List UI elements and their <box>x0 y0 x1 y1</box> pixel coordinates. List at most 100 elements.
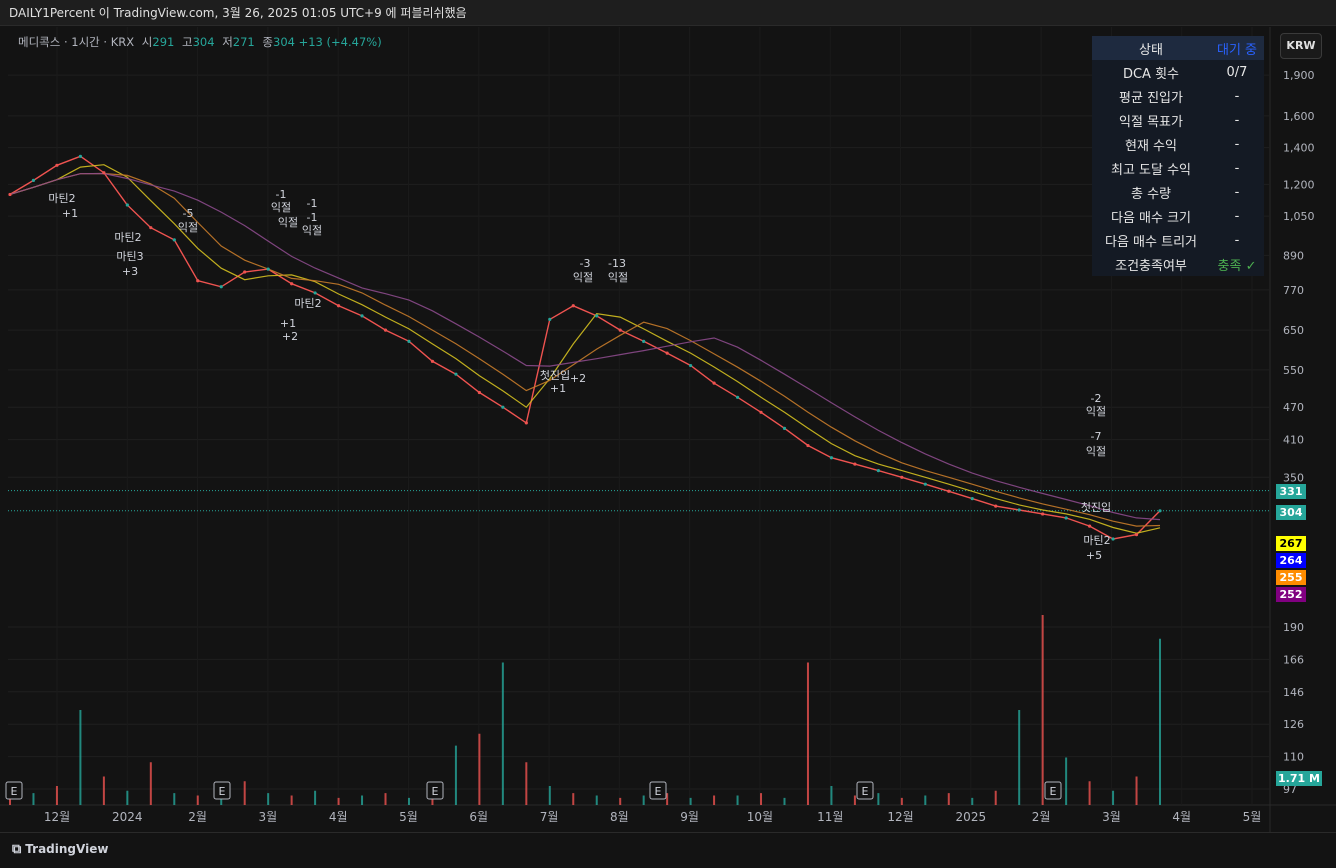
price-point <box>876 468 880 473</box>
price-point <box>407 339 411 343</box>
y-tick-label: 190 <box>1283 621 1304 634</box>
strategy-annotation: -1 <box>307 197 318 210</box>
price-point <box>735 395 740 399</box>
price-point <box>923 482 927 486</box>
price-point <box>994 504 998 508</box>
x-tick-label: 7월 <box>540 810 559 824</box>
x-tick-label: 4월 <box>1172 810 1191 824</box>
close-value: 304 <box>273 35 295 49</box>
y-tick-label: 770 <box>1283 284 1304 297</box>
volume-bar <box>736 795 739 805</box>
x-tick-label: 2월 <box>1032 810 1051 824</box>
next-buy-trigger-key: 다음 매수 트리거 <box>1092 228 1210 252</box>
x-tick-label: 12월 <box>44 810 70 824</box>
price-point <box>689 363 693 368</box>
volume-bar <box>126 790 129 805</box>
dca-count-key: DCA 횟수 <box>1092 60 1210 84</box>
price-point <box>196 279 200 283</box>
volume-bar <box>760 793 763 805</box>
price-point <box>477 390 481 395</box>
strategy-annotation: 익절 <box>178 221 198 234</box>
price-point <box>524 421 528 425</box>
y-tick-label: 166 <box>1283 653 1304 666</box>
next-buy-size-value: - <box>1210 204 1264 228</box>
y-tick-label: 110 <box>1283 751 1304 764</box>
x-tick-label: 5월 <box>399 810 418 824</box>
price-point <box>829 456 834 460</box>
strategy-annotation: -5 <box>183 207 194 220</box>
strategy-annotation: 익절 <box>1086 405 1106 418</box>
price-point <box>712 381 716 385</box>
price-point <box>266 267 270 271</box>
current-profit-key: 현재 수익 <box>1092 132 1210 156</box>
y-tick-label: 470 <box>1283 401 1304 414</box>
symbol-legend: 메디콕스 · 1시간 · KRX 시291 고304 저271 종304 +13… <box>18 34 382 50</box>
total-qty-key: 총 수량 <box>1092 180 1210 204</box>
volume-bar <box>32 793 35 805</box>
y-tick-label: 410 <box>1283 434 1304 447</box>
price-point <box>571 304 575 308</box>
volume-bar <box>1088 781 1091 805</box>
strategy-annotation: -1 <box>307 211 318 224</box>
current-profit-value: - <box>1210 132 1264 156</box>
strategy-annotation: +3 <box>122 265 138 278</box>
open-value: 291 <box>152 35 175 49</box>
volume-bar <box>1065 757 1068 805</box>
volume-bar <box>971 797 974 805</box>
change-value: +13 (+4.47%) <box>298 35 382 49</box>
strategy-annotation: -2 <box>1091 392 1102 405</box>
avg-entry-key: 평균 진입가 <box>1092 84 1210 108</box>
price-point <box>782 426 787 430</box>
price-point <box>243 270 247 274</box>
volume-bar <box>853 795 856 805</box>
strategy-annotation: 익절 <box>278 216 298 229</box>
volume-bar <box>1112 790 1115 805</box>
strategy-annotation: 익절 <box>302 224 322 237</box>
strategy-annotation: 익절 <box>608 271 628 284</box>
price-point <box>78 154 83 158</box>
volume-bar <box>1135 776 1138 805</box>
earnings-event-label: E <box>219 785 226 798</box>
volume-bar <box>642 795 645 805</box>
y-tick-label: 146 <box>1283 686 1304 699</box>
strategy-annotation: +1 <box>62 207 78 220</box>
price-tag-331: 331 <box>1276 484 1306 499</box>
volume-bar <box>548 786 551 805</box>
volume-bar <box>572 793 575 805</box>
strategy-annotation: +5 <box>1086 549 1102 562</box>
y-tick-label: 1,900 <box>1283 69 1315 82</box>
tradingview-logo: ⧉ TradingView <box>12 842 108 857</box>
x-tick-label: 2월 <box>188 810 207 824</box>
volume-bar <box>478 733 481 805</box>
volume-bar <box>384 793 387 805</box>
price-point <box>1111 537 1115 541</box>
low-label: 저 <box>222 35 233 49</box>
volume-bar <box>525 762 528 805</box>
take-profit-key: 익절 목표가 <box>1092 108 1210 132</box>
strategy-annotation: -7 <box>1091 430 1102 443</box>
price-point <box>1134 533 1139 537</box>
close-label: 종 <box>262 35 273 49</box>
price-point <box>313 291 317 295</box>
volume-bar <box>501 662 504 805</box>
currency-button[interactable]: KRW <box>1280 33 1322 59</box>
y-tick-label: 350 <box>1283 471 1304 484</box>
x-tick-label: 8월 <box>610 810 629 824</box>
volume-bar <box>1041 615 1044 805</box>
max-profit-value: - <box>1210 156 1264 180</box>
price-point <box>219 285 223 289</box>
strategy-annotation: -13 <box>608 257 626 270</box>
price-point <box>31 178 36 182</box>
earnings-event-label: E <box>432 785 439 798</box>
price-point <box>548 317 552 321</box>
strategy-annotation: 마틴2 <box>1083 534 1110 547</box>
volume-bar <box>830 786 833 805</box>
x-tick-label: 3월 <box>1102 810 1121 824</box>
price-point <box>1017 508 1021 512</box>
open-label: 시 <box>141 35 153 49</box>
price-tag-304: 304 <box>1276 505 1306 520</box>
x-tick-label: 4월 <box>329 810 348 824</box>
volume-bar <box>173 793 176 805</box>
x-tick-label: 3월 <box>259 810 278 824</box>
price-point <box>149 226 153 230</box>
